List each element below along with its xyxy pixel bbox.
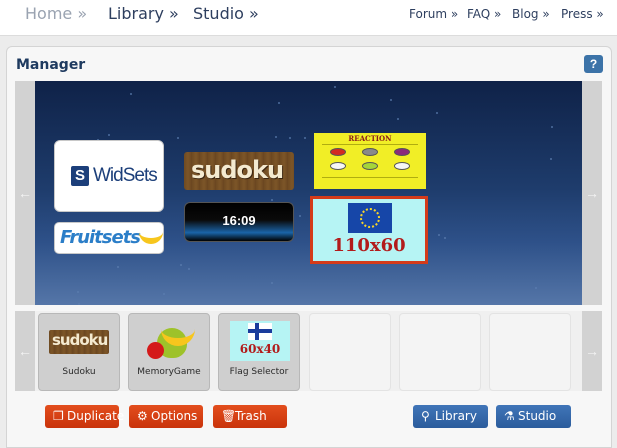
strip-next-arrow[interactable]: → (582, 311, 602, 391)
widsets-label: WidSets (93, 165, 158, 186)
strip-empty-slot (489, 313, 571, 391)
star-dot (390, 99, 392, 101)
widsets-logo-icon: S (71, 166, 89, 186)
reaction-label: REACTION (348, 134, 392, 143)
trash-icon: 🗑 (221, 409, 237, 423)
stage-next-arrow[interactable]: → (582, 81, 602, 305)
star-dot (108, 134, 110, 136)
green-light-icon (362, 162, 378, 170)
reaction-rule (322, 144, 418, 145)
flag-thumbnail: 60x40 (230, 321, 290, 361)
nav-home-link[interactable]: Home » (25, 4, 87, 23)
strip-item-label: Sudoku (62, 367, 96, 377)
star-dot (130, 93, 132, 95)
star-dot (304, 137, 306, 139)
star-dot (275, 136, 277, 138)
star-dot (535, 287, 537, 289)
nav-blog-link[interactable]: Blog » (512, 7, 550, 21)
reaction-rule (322, 177, 418, 178)
panel-title: Manager (16, 57, 86, 73)
flask-icon: ⚗ (504, 409, 515, 423)
strip-empty-slot (309, 313, 391, 391)
wrench-icon: ⚙ (137, 409, 148, 423)
fruitsets-label: Fruitsets (60, 227, 141, 248)
strip-item-sudoku[interactable]: sudoku Sudoku (38, 313, 120, 391)
reaction-widget[interactable]: REACTION (314, 133, 426, 189)
flag-thumb-size: 60x40 (239, 342, 281, 356)
star-dot (444, 237, 446, 239)
star-dot (163, 293, 165, 295)
trash-button[interactable]: 🗑 Trash (213, 405, 287, 428)
star-dot (551, 126, 553, 128)
clock-time: 16:09 (222, 213, 256, 228)
flag-size-label: 110x60 (332, 235, 406, 256)
duplicate-button[interactable]: ❐ Duplicate (45, 405, 124, 428)
white-light-icon (330, 162, 346, 170)
eu-flag-icon (348, 203, 392, 233)
duplicate-icon: ❐ (53, 409, 64, 423)
sudoku-widget[interactable]: sudoku (184, 152, 294, 190)
options-button[interactable]: ⚙ Options (129, 405, 203, 428)
star-dot (289, 137, 291, 139)
nav-library-link[interactable]: Library » (108, 4, 179, 23)
purple-light-icon (394, 148, 410, 156)
library-label: Library (435, 409, 477, 423)
strip-empty-slot (399, 313, 481, 391)
strip-item-memorygame[interactable]: MemoryGame (128, 313, 210, 391)
banana-icon (139, 228, 163, 244)
studio-button[interactable]: ⚗ Studio (496, 405, 571, 428)
star-dot (436, 112, 438, 114)
star-dot (188, 268, 190, 270)
fruit-thumbnail (145, 322, 197, 366)
star-dot (550, 158, 552, 160)
help-button[interactable]: ? (584, 55, 603, 73)
star-dot (299, 215, 301, 217)
top-navigation: Home » Library » Studio » Forum » FAQ » … (0, 0, 617, 36)
strip-item-flag-selector[interactable]: 60x40 Flag Selector (218, 313, 300, 391)
finland-flag-icon (248, 323, 272, 340)
star-dot (278, 102, 280, 104)
stage-prev-arrow[interactable]: ← (15, 81, 35, 305)
star-dot (438, 234, 440, 236)
options-label: Options (151, 409, 198, 423)
sudoku-thumb-text: sudoku (52, 331, 108, 349)
flag-widget-selected[interactable]: 110x60 (310, 196, 428, 264)
star-dot (77, 291, 79, 293)
strip-item-label: Flag Selector (229, 367, 289, 377)
widsets-widget[interactable]: S WidSets (54, 140, 164, 212)
search-icon: ⚲ (421, 409, 430, 423)
library-button[interactable]: ⚲ Library (413, 405, 488, 428)
star-dot (397, 118, 399, 120)
star-dot (271, 199, 273, 201)
cherry-icon (147, 342, 164, 359)
sudoku-thumbnail: sudoku (49, 330, 109, 354)
fruitsets-widget[interactable]: Fruitsets (54, 222, 164, 254)
star-dot (78, 303, 80, 305)
clock-widget[interactable]: 16:09 (184, 202, 294, 242)
gray-light-icon (362, 148, 378, 156)
star-dot (177, 137, 179, 139)
duplicate-label: Duplicate (67, 409, 125, 423)
strip-prev-arrow[interactable]: ← (15, 311, 35, 391)
strip-item-label: MemoryGame (137, 367, 201, 377)
sudoku-label: sudoku (191, 156, 284, 184)
nav-press-link[interactable]: Press » (561, 7, 604, 21)
nav-forum-link[interactable]: Forum » (409, 7, 458, 21)
star-dot (334, 86, 336, 88)
trash-label: Trash (235, 409, 267, 423)
star-dot (117, 266, 119, 268)
star-dot (271, 282, 273, 284)
nav-faq-link[interactable]: FAQ » (467, 7, 501, 21)
studio-label: Studio (518, 409, 557, 423)
red-light-icon (330, 148, 346, 156)
star-dot (180, 264, 182, 266)
white-light-icon (394, 162, 410, 170)
nav-studio-link[interactable]: Studio » (193, 4, 259, 23)
